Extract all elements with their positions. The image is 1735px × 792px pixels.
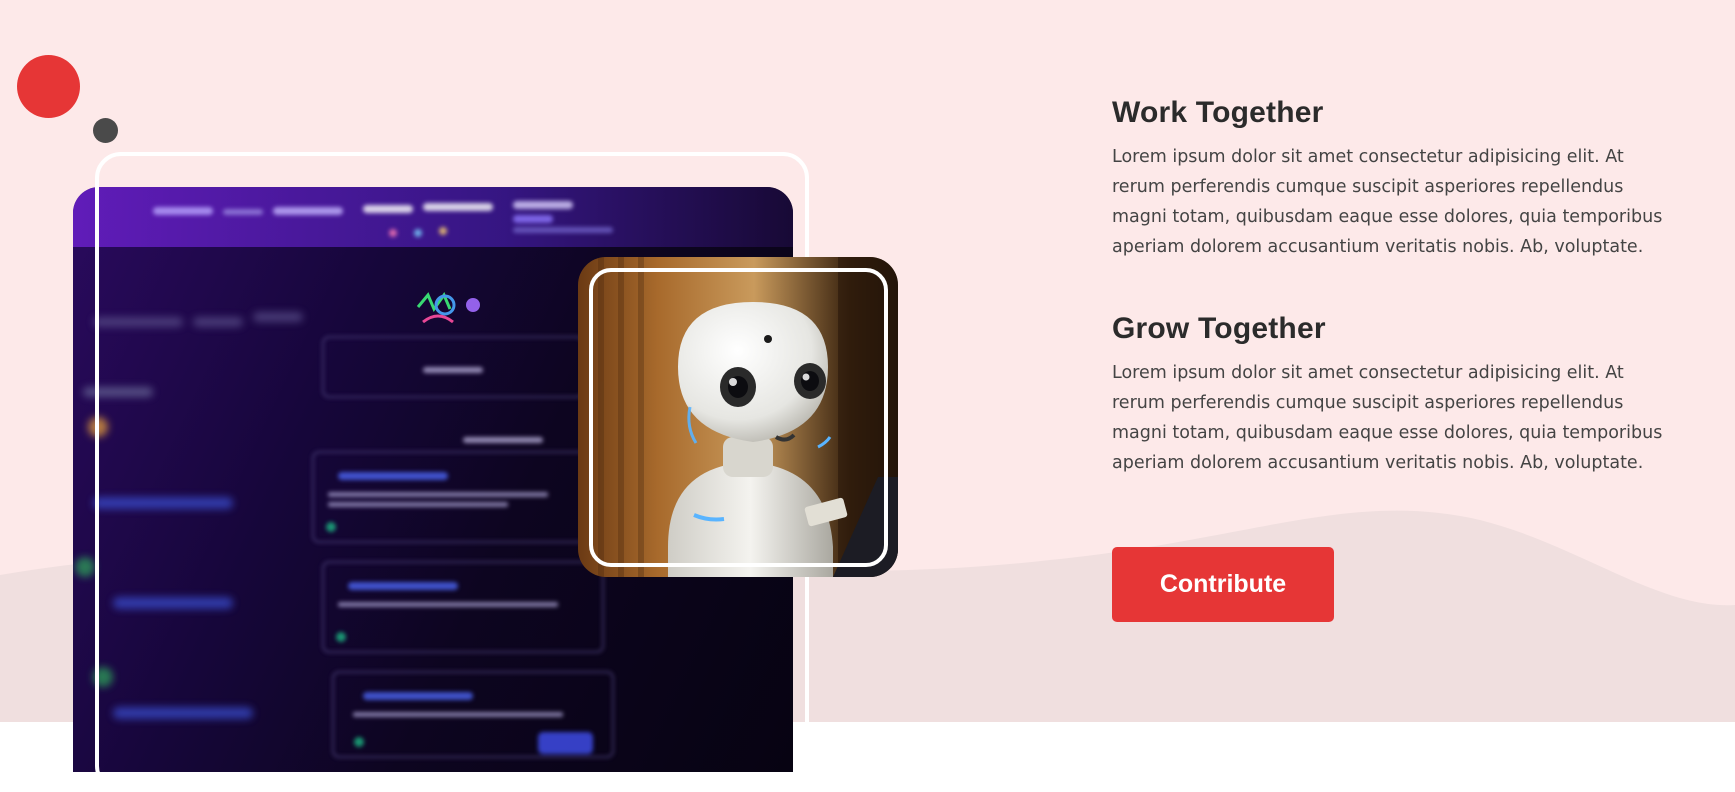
contribute-button[interactable]: Contribute bbox=[1112, 547, 1334, 622]
section-work-together: Work Together Lorem ipsum dolor sit amet… bbox=[1112, 96, 1672, 262]
robot-image-frame bbox=[589, 268, 888, 567]
section-body: Lorem ipsum dolor sit amet consectetur a… bbox=[1112, 363, 1663, 473]
decorative-red-dot bbox=[17, 55, 80, 118]
section-grow-together: Grow Together Lorem ipsum dolor sit amet… bbox=[1112, 312, 1672, 478]
section-title: Grow Together bbox=[1112, 312, 1326, 345]
section-title: Work Together bbox=[1112, 96, 1324, 129]
section-body: Lorem ipsum dolor sit amet consectetur a… bbox=[1112, 147, 1663, 257]
content-column: Work Together Lorem ipsum dolor sit amet… bbox=[1112, 96, 1672, 478]
decorative-dark-dot bbox=[93, 118, 118, 143]
